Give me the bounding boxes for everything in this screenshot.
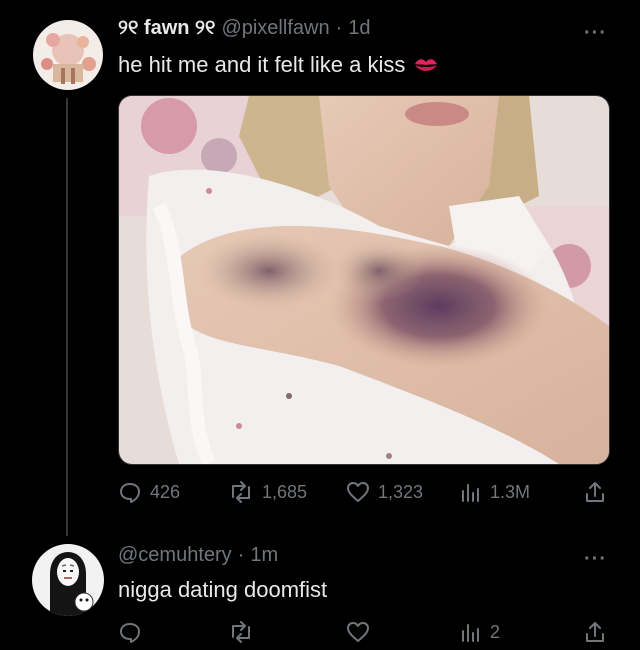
- like-button[interactable]: 1,323: [346, 481, 423, 503]
- reply-header: @cemuhtery · 1m: [118, 544, 278, 567]
- separator-dot: ·: [335, 17, 343, 39]
- reply-repost-button[interactable]: [228, 621, 254, 643]
- share-icon: [586, 622, 604, 642]
- tweet-header: ୨୧ fawn ୨୧ @pixellfawn · 1d: [118, 17, 370, 40]
- more-icon[interactable]: ···: [584, 22, 607, 45]
- reply-actions: 2: [118, 618, 608, 646]
- repost-count: 1,685: [262, 481, 308, 502]
- views-icon: [462, 484, 479, 502]
- repost-icon: [232, 621, 250, 643]
- like-count: 1,323: [378, 481, 424, 502]
- reply-avatar[interactable]: [32, 544, 104, 616]
- repost-button[interactable]: 1,685: [228, 481, 307, 503]
- reply-handle[interactable]: @cemuhtery: [118, 544, 232, 567]
- avatar[interactable]: [33, 20, 103, 90]
- kiss-mark-icon: [415, 59, 438, 71]
- reply-count: 426: [150, 481, 181, 502]
- share-icon: [586, 482, 604, 502]
- reply-body: nigga dating doomfist: [118, 577, 328, 602]
- repost-icon: [232, 481, 250, 503]
- reply-views-button[interactable]: 2: [460, 621, 500, 643]
- tweet-image[interactable]: [118, 95, 610, 465]
- reply-timestamp[interactable]: 1m: [250, 544, 278, 567]
- separator-dot: ·: [237, 544, 245, 566]
- display-name[interactable]: ୨୧ fawn ୨୧: [118, 17, 215, 40]
- reply-icon: [120, 483, 140, 503]
- views-count: 1.3M: [490, 481, 531, 502]
- views-button[interactable]: 1.3M: [460, 481, 530, 503]
- reply-more-icon[interactable]: ···: [584, 548, 607, 571]
- like-icon: [347, 622, 369, 642]
- timestamp[interactable]: 1d: [348, 17, 370, 40]
- views-icon: [462, 624, 479, 642]
- thread-line: [66, 98, 68, 536]
- handle[interactable]: @pixellfawn: [221, 17, 329, 40]
- reply-like-button[interactable]: [346, 621, 370, 643]
- share-button[interactable]: [584, 480, 606, 504]
- like-icon: [347, 482, 369, 502]
- reply-button[interactable]: 426: [118, 481, 180, 503]
- tweet-actions: 426 1,685 1,323 1.3M: [118, 478, 608, 506]
- reply-share-button[interactable]: [584, 620, 606, 644]
- reply-views-count: 2: [490, 621, 501, 642]
- reply-icon: [120, 623, 140, 643]
- tweet-text: he hit me and it felt like a kiss 💋: [118, 52, 439, 78]
- reply-text: nigga dating doomfist: [118, 577, 327, 603]
- tweet-body: he hit me and it felt like a kiss: [118, 52, 406, 77]
- reply-reply-button[interactable]: [118, 621, 142, 643]
